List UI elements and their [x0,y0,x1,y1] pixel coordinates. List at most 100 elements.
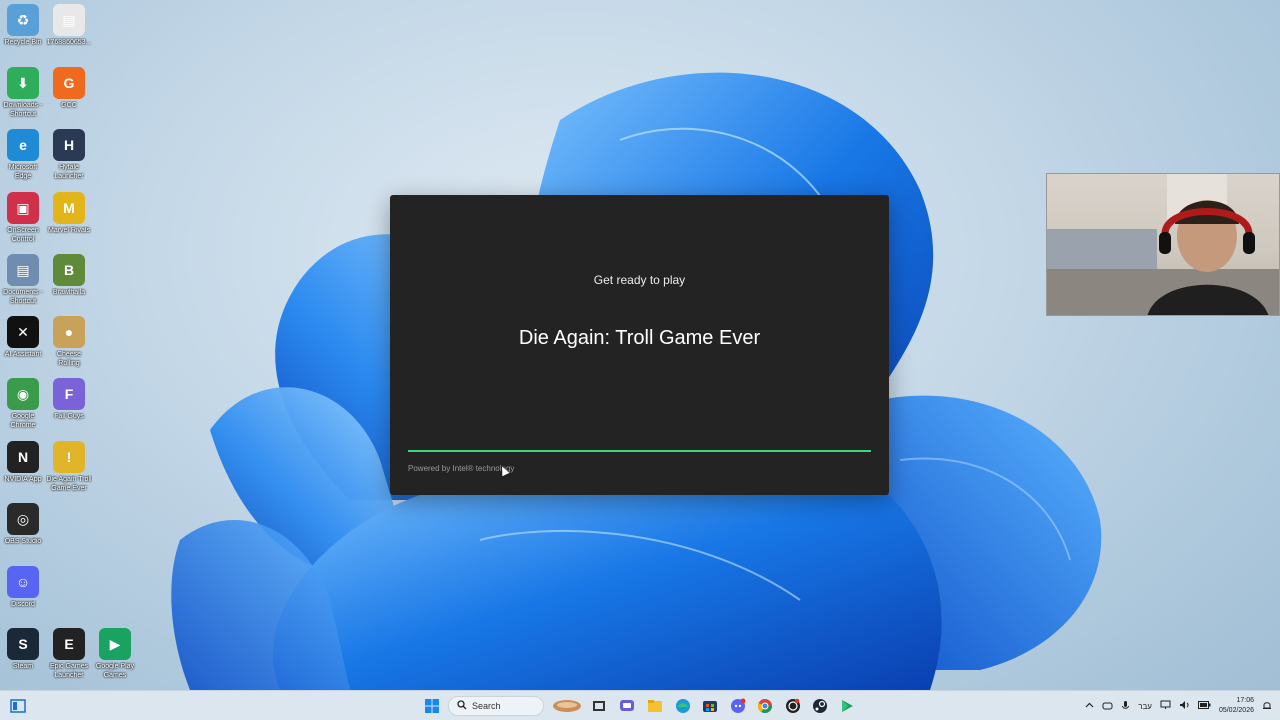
show-widgets-icon[interactable] [8,696,28,716]
task-view-icon[interactable] [589,696,609,716]
taskbar-search-box[interactable]: Search [448,696,544,716]
desktop-icon-label: AI Assistant [4,351,42,358]
desktop-icon[interactable]: ▤ 1768860653... [46,4,92,47]
desktop-icon[interactable]: ▣ OnScreen Control [0,192,46,244]
clock-date: 05/02/2026 [1218,707,1254,714]
desktop-app-icon: ▣ [7,192,39,224]
search-icon [457,700,467,712]
desktop-icon-label: Die Again Troll Game Ever [46,476,92,492]
game-title: Die Again: Troll Game Ever [518,327,761,349]
desktop-icon-label: Google Chrome [10,413,36,429]
desktop-icon[interactable]: ! Die Again Troll Game Ever [46,441,92,493]
desktop-icon-label: Fall Guys [54,413,84,420]
webcam-person-image [1047,174,1279,315]
desktop-app-icon: B [53,254,85,286]
start-icon[interactable] [422,696,442,716]
loading-progress-bar [408,450,871,452]
desktop-icon[interactable]: ▶ Google Play Games [92,628,138,680]
cheese-app-icon[interactable] [552,696,582,716]
cloud-sync-icon[interactable] [1102,701,1113,712]
battery-icon[interactable] [1197,701,1211,711]
desktop-icon[interactable]: ☺ Discord [0,566,46,609]
loading-progress-fill [408,450,871,452]
desktop-icon-label: Marvel Rivals [47,227,90,234]
desktop-app-icon: ● [53,316,85,348]
desktop-app-icon: ☺ [7,566,39,598]
desktop-icon[interactable]: G GCC [46,67,92,110]
desktop-icon[interactable]: ♻ Recycle Bin [0,4,46,47]
clock-time: 17:06 [1236,697,1254,704]
steam-icon[interactable] [810,696,830,716]
desktop-app-icon: H [53,129,85,161]
desktop-icon-grid: ♻ Recycle Bin ▤ 1768860653... ⬇ Downloads - S… [0,0,140,690]
desktop-icon[interactable]: F Fall Guys [46,378,92,421]
chat-icon[interactable] [617,696,637,716]
google-play-games-icon[interactable] [837,696,857,716]
desktop-app-icon: G [53,67,85,99]
desktop-app-icon: ◎ [7,503,39,535]
desktop-icon-label: Steam [12,663,34,670]
desktop-icon-label: Recycle Bin [4,39,42,46]
desktop-icon[interactable]: M Marvel Rivals [46,192,92,235]
desktop-icon[interactable]: ◉ Google Chrome [0,378,46,430]
desktop-icon[interactable]: N NVIDIA App [0,441,46,484]
discord-icon[interactable] [728,696,748,716]
desktop-icon-label: Epic Games Launcher [49,663,89,679]
taskbar-clock[interactable]: 17:06 05/02/2026 [1219,696,1254,716]
desktop-app-icon: ▤ [53,4,85,36]
desktop-app-icon: ! [53,441,85,473]
desktop-icon[interactable]: ◎ OBS Studio [0,503,46,546]
desktop-app-icon: ◉ [7,378,39,410]
desktop-icon[interactable]: S Steam [0,628,46,671]
notification-bell-icon[interactable] [1262,700,1272,713]
desktop-icon[interactable]: ⬇ Downloads - Shortcut [0,67,46,119]
desktop-icon-label: OnScreen Control [7,227,39,243]
desktop-app-icon: E [53,628,85,660]
get-ready-text: Get ready to play [593,273,686,287]
game-launch-dialog: Get ready to play Die Again: Troll Game … [390,195,889,495]
desktop-app-icon: S [7,628,39,660]
desktop-icon[interactable]: ● Cheese Rolling [46,316,92,368]
desktop-icon-label: OBS Studio [4,538,42,545]
edge-icon[interactable] [673,696,693,716]
desktop-icon-label: GCC [61,102,77,109]
file-explorer-icon[interactable] [645,696,665,716]
microphone-icon[interactable] [1121,700,1130,713]
search-label: Search [472,701,501,711]
chevron-up-icon[interactable] [1085,701,1094,712]
volume-icon[interactable] [1179,700,1190,712]
desktop-app-icon: F [53,378,85,410]
desktop-app-icon: ✕ [7,316,39,348]
desktop-icon-label: Brawlhalla [52,289,86,296]
desktop-icon-label: Microsoft Edge [8,164,38,180]
desktop-icon[interactable]: E Epic Games Launcher [46,628,92,680]
webcam-overlay [1046,173,1280,316]
desktop-icon-label: 1768860653... [46,39,92,46]
desktop-icon-label: Discord [11,601,35,608]
desktop-app-icon: ♻ [7,4,39,36]
desktop-app-icon: N [7,441,39,473]
desktop-icon[interactable]: H Hytale Launcher [46,129,92,181]
desktop-app-icon: ▤ [7,254,39,286]
network-icon[interactable] [1160,700,1171,712]
system-tray: עבר 17:06 05/02/2026 [1085,695,1272,717]
chrome-icon[interactable] [755,696,775,716]
desktop-icon[interactable]: B Brawlhalla [46,254,92,297]
taskbar: Search עבר 17:06 05/02/2026 [0,690,1280,720]
desktop-app-icon: ⬇ [7,67,39,99]
desktop-icon[interactable]: e Microsoft Edge [0,129,46,181]
desktop-icon-label: Downloads - Shortcut [3,102,43,118]
desktop-icon-label: NVIDIA App [4,476,42,483]
desktop-app-icon: M [53,192,85,224]
desktop-app-icon: e [7,129,39,161]
desktop-icon[interactable]: ▤ Documents - Shortcut [0,254,46,306]
desktop-app-icon: ▶ [99,628,131,660]
desktop-icon-label: Google Play Games [95,663,135,679]
desktop-icon-label: Documents - Shortcut [3,289,43,305]
desktop-icon-label: Cheese Rolling [56,351,82,367]
obs-icon[interactable] [783,696,803,716]
language-indicator[interactable]: עבר [1138,702,1152,711]
desktop-icon[interactable]: ✕ AI Assistant [0,316,46,359]
desktop-icon-label: Hytale Launcher [54,164,84,180]
store-icon[interactable] [700,696,720,716]
